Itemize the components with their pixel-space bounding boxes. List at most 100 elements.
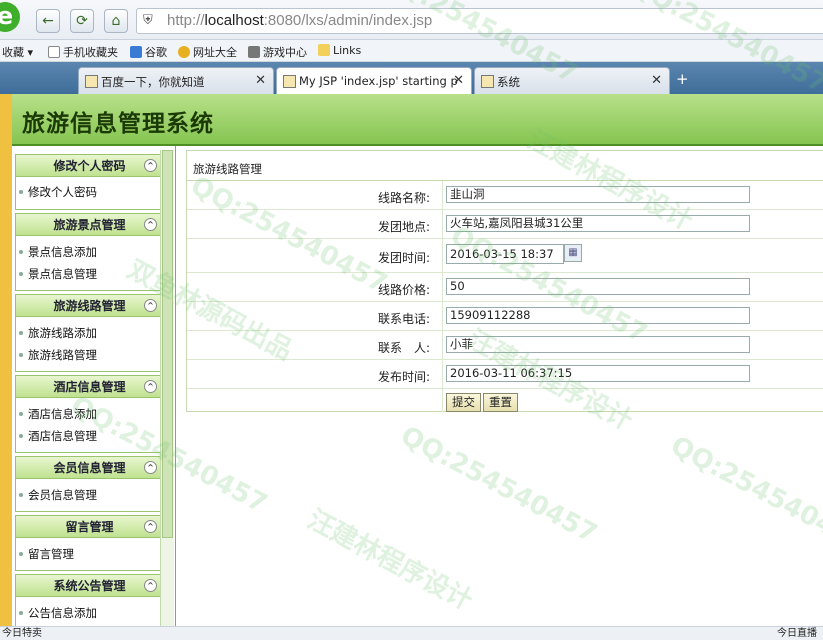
field-label: 线路名称: [187, 181, 443, 209]
sidebar-item-route-manage[interactable]: 旅游线路管理 [16, 344, 163, 366]
submit-button[interactable]: 提交 [446, 393, 481, 412]
back-button[interactable]: ← [36, 9, 60, 33]
collapse-icon[interactable]: ^ [144, 159, 157, 172]
left-edge-bar [0, 94, 12, 634]
sidebar-group-password: 修改个人密码 ^ 修改个人密码 [15, 154, 164, 210]
sidebar-group-header[interactable]: 系统公告管理 ^ [16, 575, 163, 597]
status-bar: 今日特卖 今日直播 [0, 626, 823, 640]
sidebar-group-header[interactable]: 旅游线路管理 ^ [16, 295, 163, 317]
home-button[interactable]: ⌂ [104, 9, 128, 33]
fav-links[interactable]: Links [318, 44, 361, 57]
sidebar-group-hotel: 酒店信息管理 ^ 酒店信息添加 酒店信息管理 [15, 375, 164, 453]
form-actions: 提交 重置 [187, 389, 823, 412]
form-row: 发团时间: 2016-03-15 18:37 ▦ [187, 239, 823, 273]
sidebar-item-message-manage[interactable]: 留言管理 [16, 543, 163, 565]
departure-time-input[interactable]: 2016-03-15 18:37 [446, 244, 564, 264]
field-label: 联系电话: [187, 302, 443, 330]
new-tab-icon[interactable]: + [676, 70, 689, 88]
status-left[interactable]: 今日特卖 [2, 627, 42, 640]
close-icon[interactable]: ✕ [651, 73, 662, 88]
field-label: 发团时间: [187, 239, 443, 272]
sidebar-group-header[interactable]: 留言管理 ^ [16, 516, 163, 538]
globe-icon [178, 46, 190, 58]
sidebar: 修改个人密码 ^ 修改个人密码 旅游景点管理 ^ 景点信息添加 景点信息管理 旅游线… [12, 146, 176, 626]
browser-logo-icon: e [0, 2, 20, 32]
reset-button[interactable]: 重置 [483, 393, 518, 412]
document-icon [48, 46, 60, 58]
collapse-icon[interactable]: ^ [144, 380, 157, 393]
field-label: 联系 人: [187, 331, 443, 359]
sidebar-item-hotel-add[interactable]: 酒店信息添加 [16, 403, 163, 425]
status-right[interactable]: 今日直播 [777, 627, 817, 640]
field-label: 发团地点: [187, 210, 443, 238]
address-url: http://localhost:8080/lxs/admin/index.js… [167, 12, 433, 29]
collapse-icon[interactable]: ^ [144, 579, 157, 592]
field-label: 线路价格: [187, 273, 443, 301]
form-row: 发团地点: 火车站,嘉凤阳县城31公里 [187, 210, 823, 239]
form-row: 联系 人: 小菲 [187, 331, 823, 360]
form-row: 线路价格: 50 [187, 273, 823, 302]
sidebar-group-header[interactable]: 会员信息管理 ^ [16, 457, 163, 479]
address-input[interactable]: ⛨ http://localhost:8080/lxs/admin/index.… [136, 8, 823, 34]
sidebar-item-change-password[interactable]: 修改个人密码 [16, 181, 163, 203]
security-shield-icon: ⛨ [143, 13, 153, 28]
tab-index-jsp[interactable]: My JSP 'index.jsp' starting p ✕ [276, 67, 472, 94]
sidebar-group-header[interactable]: 酒店信息管理 ^ [16, 376, 163, 398]
contact-person-input[interactable]: 小菲 [446, 336, 750, 353]
sidebar-group-message: 留言管理 ^ 留言管理 [15, 515, 164, 571]
sidebar-group-member: 会员信息管理 ^ 会员信息管理 [15, 456, 164, 512]
tab-bar: 百度一下，你就知道 ✕ My JSP 'index.jsp' starting p… [0, 62, 823, 94]
page-title: 旅游信息管理系统 [22, 110, 214, 137]
actions-spacer [187, 389, 443, 412]
collapse-icon[interactable]: ^ [144, 520, 157, 533]
collapse-icon[interactable]: ^ [144, 218, 157, 231]
sidebar-group-route: 旅游线路管理 ^ 旅游线路添加 旅游线路管理 [15, 294, 164, 372]
form-row: 发布时间: 2016-03-11 06:37:15 [187, 360, 823, 389]
calendar-icon[interactable]: ▦ [564, 244, 582, 262]
fav-mobile[interactable]: 手机收藏夹 [48, 44, 118, 60]
fav-directory[interactable]: 网址大全 [178, 44, 237, 60]
form-row: 线路名称: 韭山洞 [187, 181, 823, 210]
sidebar-scrollbar[interactable] [160, 150, 174, 626]
collapse-icon[interactable]: ^ [144, 299, 157, 312]
gamepad-icon [248, 46, 260, 58]
sidebar-group-notice: 系统公告管理 ^ 公告信息添加 [15, 574, 164, 626]
paw-icon [85, 75, 98, 88]
main-content: 旅游线路管理 线路名称: 韭山洞 发团地点: 火车站,嘉凤阳县城31公里 发团时… [186, 150, 823, 630]
form-row: 联系电话: 15909112288 [187, 302, 823, 331]
publish-time-input[interactable]: 2016-03-11 06:37:15 [446, 365, 750, 382]
scrollbar-thumb[interactable] [162, 150, 173, 538]
favorites-bar: 收藏 ▾ 手机收藏夹 谷歌 网址大全 游戏中心 Links [0, 40, 823, 62]
fav-games[interactable]: 游戏中心 [248, 44, 307, 60]
departure-place-input[interactable]: 火车站,嘉凤阳县城31公里 [446, 215, 750, 232]
sidebar-item-member-manage[interactable]: 会员信息管理 [16, 484, 163, 506]
favorites-menu[interactable]: 收藏 ▾ [2, 44, 33, 60]
sidebar-item-scenic-add[interactable]: 景点信息添加 [16, 241, 163, 263]
sidebar-group-scenic: 旅游景点管理 ^ 景点信息添加 景点信息管理 [15, 213, 164, 291]
folder-icon [318, 44, 330, 56]
page-icon [283, 75, 296, 88]
route-name-input[interactable]: 韭山洞 [446, 186, 750, 203]
route-price-input[interactable]: 50 [446, 278, 750, 295]
sidebar-item-route-add[interactable]: 旅游线路添加 [16, 322, 163, 344]
collapse-icon[interactable]: ^ [144, 461, 157, 474]
route-form-panel: 旅游线路管理 线路名称: 韭山洞 发团地点: 火车站,嘉凤阳县城31公里 发团时… [186, 150, 823, 412]
google-icon [130, 46, 142, 58]
sidebar-item-notice-add[interactable]: 公告信息添加 [16, 602, 163, 624]
sidebar-item-hotel-manage[interactable]: 酒店信息管理 [16, 425, 163, 447]
panel-title: 旅游线路管理 [187, 151, 823, 181]
close-icon[interactable]: ✕ [453, 73, 464, 88]
fav-google[interactable]: 谷歌 [130, 44, 167, 60]
close-icon[interactable]: ✕ [255, 73, 266, 88]
tab-baidu[interactable]: 百度一下，你就知道 ✕ [78, 67, 274, 94]
sidebar-group-header[interactable]: 旅游景点管理 ^ [16, 214, 163, 236]
page-icon [481, 75, 494, 88]
tab-system[interactable]: 系统 ✕ [474, 67, 670, 94]
contact-phone-input[interactable]: 15909112288 [446, 307, 750, 324]
browser-toolbar: e ← ⟳ ⌂ ⛨ http://localhost:8080/lxs/admi… [0, 0, 823, 40]
field-label: 发布时间: [187, 360, 443, 388]
sidebar-item-scenic-manage[interactable]: 景点信息管理 [16, 263, 163, 285]
refresh-button[interactable]: ⟳ [70, 9, 94, 33]
app-header: 旅游信息管理系统 [0, 94, 823, 146]
sidebar-group-header[interactable]: 修改个人密码 ^ [16, 155, 163, 177]
